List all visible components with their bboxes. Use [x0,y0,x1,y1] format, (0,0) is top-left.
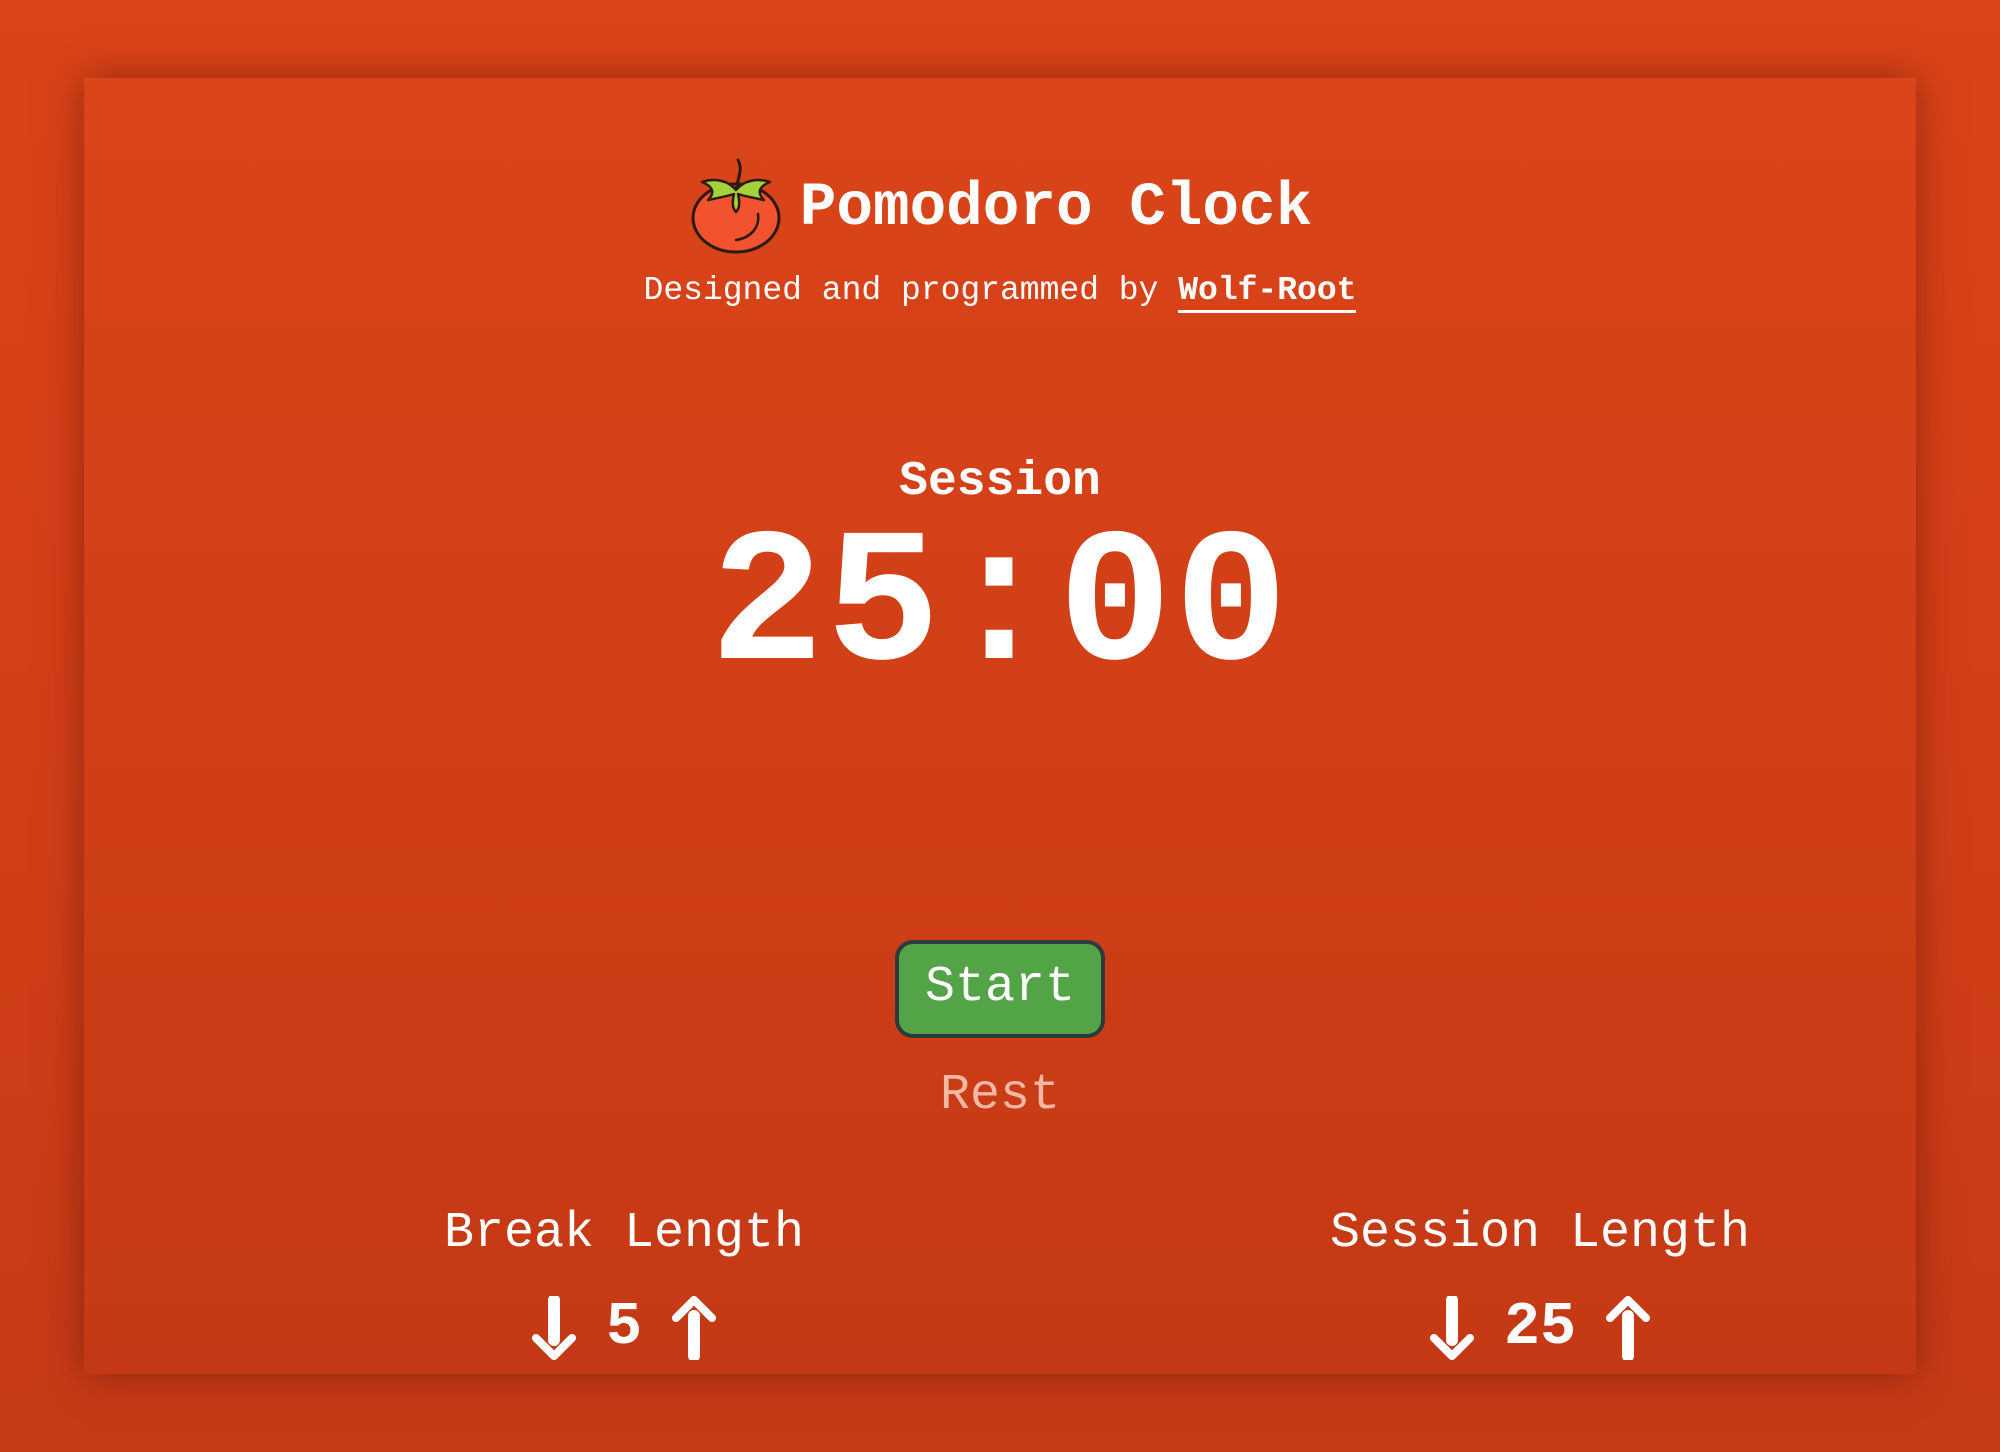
break-increment-arrow-up-icon[interactable] [672,1296,716,1360]
page-title: Pomodoro Clock [799,173,1313,243]
break-decrement-arrow-down-icon[interactable] [531,1296,576,1360]
timer-display: 25:00 [709,501,1291,716]
title-row: Pomodoro Clock [84,156,1916,256]
timer-controls: Start Rest [84,940,1916,1125]
session-decrement-arrow-down-icon[interactable] [1429,1296,1474,1360]
tomato-icon [691,158,781,254]
session-length-panel: Session Length 25 [1260,1204,1820,1360]
session-increment-arrow-up-icon[interactable] [1606,1296,1650,1360]
break-length-controls: 5 [344,1296,904,1360]
app-card: Pomodoro Clock Designed and programmed b… [84,78,1916,1374]
break-length-label: Break Length [443,1205,805,1262]
break-length-panel: Break Length 5 [344,1204,904,1360]
start-button[interactable]: Start [895,940,1105,1038]
session-length-label: Session Length [1329,1205,1751,1262]
subtitle-text: Designed and programmed by [643,272,1179,309]
author-link[interactable]: Wolf-Root [1178,272,1357,313]
header: Pomodoro Clock Designed and programmed b… [84,156,1916,313]
session-length-controls: 25 [1260,1296,1820,1360]
session-length-value: 25 [1503,1294,1576,1362]
rest-button[interactable]: Rest [934,1066,1066,1125]
timer-label: Session [899,455,1101,509]
subtitle: Designed and programmed by Wolf-Root [84,272,1916,313]
break-length-value: 5 [605,1294,642,1362]
timer: Session 25:00 [84,458,1916,704]
